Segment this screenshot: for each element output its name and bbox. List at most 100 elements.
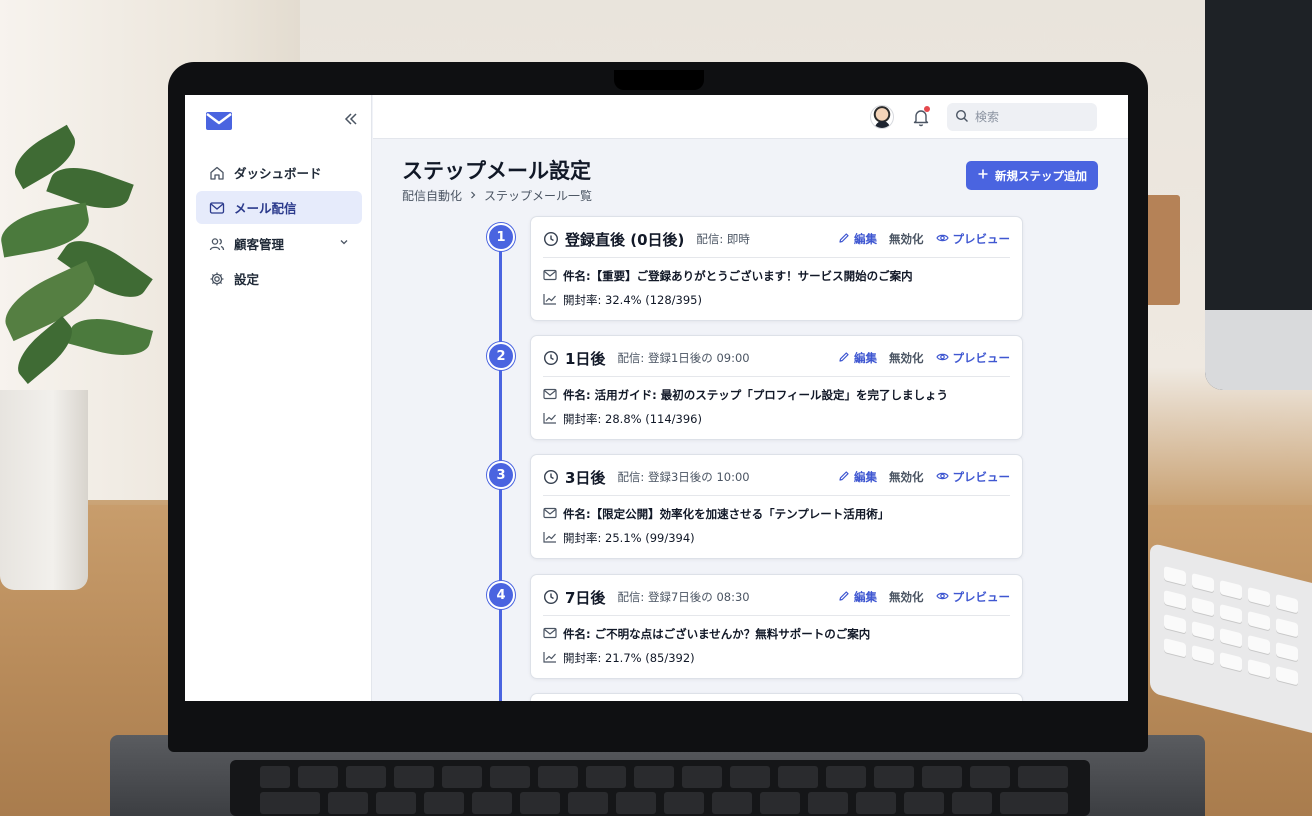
edit-label: 編集 bbox=[854, 470, 877, 484]
step-open-rate-text: 開封率: 32.4% (128/395) bbox=[563, 293, 702, 307]
step-card[interactable]: 3日後 配信: 登録3日後の 10:00 編集 無効化 プレビュー 件名:【限定… bbox=[530, 454, 1023, 559]
step-open-rate-text: 開封率: 21.7% (85/392) bbox=[563, 651, 695, 665]
trend-chart-icon bbox=[543, 412, 557, 427]
edit-button[interactable]: 編集 bbox=[838, 350, 877, 366]
sidebar-item-customers[interactable]: 顧客管理 bbox=[196, 227, 362, 260]
bell-icon[interactable] bbox=[911, 106, 931, 127]
sidebar-item-settings[interactable]: 設定 bbox=[196, 262, 362, 295]
step-schedule: 配信: 即時 bbox=[696, 232, 750, 246]
add-step-label: 新規ステップ追加 bbox=[995, 168, 1087, 183]
preview-label: プレビュー bbox=[952, 351, 1011, 365]
top-bar bbox=[373, 95, 1128, 139]
sidebar-item-label: 顧客管理 bbox=[234, 237, 285, 252]
step-timing: 7日後 bbox=[565, 588, 606, 607]
preview-button[interactable]: プレビュー bbox=[935, 231, 1011, 247]
notification-dot bbox=[924, 106, 930, 112]
camera-notch bbox=[614, 70, 704, 90]
envelope-icon bbox=[543, 388, 557, 403]
edit-button[interactable]: 編集 bbox=[838, 469, 877, 485]
clock-icon bbox=[543, 350, 559, 366]
breadcrumb-current: ステップメール一覧 bbox=[484, 189, 593, 203]
step-open-rate-text: 開封率: 25.1% (99/394) bbox=[563, 531, 695, 545]
disable-button[interactable]: 無効化 bbox=[889, 350, 924, 366]
preview-label: プレビュー bbox=[952, 590, 1011, 604]
eye-icon bbox=[935, 470, 949, 485]
eye-icon bbox=[935, 351, 949, 366]
step-timing: 1日後 bbox=[565, 349, 606, 368]
double-chevron-left-icon[interactable] bbox=[343, 111, 359, 127]
users-icon bbox=[208, 235, 226, 253]
step-card[interactable]: 登録直後 (0日後) 配信: 即時 編集 無効化 プレビュー 件名:【重要】ご登… bbox=[530, 216, 1023, 321]
mail-icon bbox=[208, 199, 226, 217]
step-actions: 編集 無効化 プレビュー bbox=[838, 584, 1010, 610]
step-subject-text: 件名:【重要】ご登録ありがとうございます！サービス開始のご案内 bbox=[563, 269, 913, 283]
step-open-rate: 開封率: 21.7% (85/392) bbox=[543, 650, 695, 666]
step-actions: 編集 無効化 プレビュー bbox=[838, 226, 1010, 252]
step-subject-text: 件名: 活用ガイド: 最初のステップ「プロフィール設定」を完了しましょう bbox=[563, 388, 948, 402]
breadcrumb-link[interactable]: 配信自動化 bbox=[402, 187, 462, 204]
page-title: ステップメール設定 bbox=[402, 159, 591, 183]
search-input[interactable] bbox=[975, 110, 1085, 124]
search-icon bbox=[955, 108, 969, 127]
edit-button[interactable]: 編集 bbox=[838, 589, 877, 605]
plant-pot bbox=[0, 390, 88, 590]
trend-chart-icon bbox=[543, 651, 557, 666]
step-subject: 件名:【限定公開】効率化を加速させる「テンプレート活用術」 bbox=[543, 506, 889, 522]
step-card[interactable]: 1日後 配信: 登録1日後の 09:00 編集 無効化 プレビュー 件名: 活用… bbox=[530, 335, 1023, 440]
eye-icon bbox=[935, 590, 949, 605]
gear-icon bbox=[208, 270, 226, 288]
pencil-icon bbox=[838, 232, 850, 247]
step-number: 1 bbox=[487, 223, 515, 251]
step-number: 2 bbox=[487, 342, 515, 370]
search-box[interactable] bbox=[947, 103, 1097, 131]
sidebar-item-label: メール配信 bbox=[234, 201, 297, 216]
edit-button[interactable]: 編集 bbox=[838, 231, 877, 247]
clock-icon bbox=[543, 589, 559, 605]
step-timing: 3日後 bbox=[565, 468, 606, 487]
sidebar-item-mail[interactable]: メール配信 bbox=[196, 191, 362, 224]
step-card[interactable]: 7日後 配信: 登録7日後の 08:30 編集 無効化 プレビュー 件名: ご不… bbox=[530, 574, 1023, 679]
disable-button[interactable]: 無効化 bbox=[889, 589, 924, 605]
step-subject: 件名:【重要】ご登録ありがとうございます！サービス開始のご案内 bbox=[543, 268, 913, 284]
preview-label: プレビュー bbox=[952, 470, 1011, 484]
preview-button[interactable]: プレビュー bbox=[935, 469, 1011, 485]
trend-chart-icon bbox=[543, 531, 557, 546]
step-actions: 編集 無効化 プレビュー bbox=[838, 345, 1010, 371]
step-actions: 編集 無効化 プレビュー bbox=[838, 464, 1010, 490]
preview-button[interactable]: プレビュー bbox=[935, 350, 1011, 366]
laptop-keyboard bbox=[230, 760, 1090, 816]
pencil-icon bbox=[838, 351, 850, 366]
step-number: 4 bbox=[487, 581, 515, 609]
step-open-rate: 開封率: 28.8% (114/396) bbox=[543, 411, 702, 427]
sidebar-item-dashboard[interactable]: ダッシュボード bbox=[196, 156, 362, 189]
step-number: 3 bbox=[487, 461, 515, 489]
step-subject: 件名: 活用ガイド: 最初のステップ「プロフィール設定」を完了しましょう bbox=[543, 387, 948, 403]
chevron-right-icon bbox=[468, 189, 478, 203]
trend-chart-icon bbox=[543, 293, 557, 308]
preview-button[interactable]: プレビュー bbox=[935, 589, 1011, 605]
step-open-rate-text: 開封率: 28.8% (114/396) bbox=[563, 412, 702, 426]
disable-button[interactable]: 無効化 bbox=[889, 469, 924, 485]
home-icon bbox=[208, 164, 226, 182]
sidebar-item-label: 設定 bbox=[234, 272, 260, 287]
step-subject: 件名: ご不明な点はございませんか？無料サポートのご案内 bbox=[543, 626, 870, 642]
clock-icon bbox=[543, 469, 559, 485]
step-open-rate: 開封率: 25.1% (99/394) bbox=[543, 530, 695, 546]
eye-icon bbox=[935, 232, 949, 247]
chevron-down-icon[interactable] bbox=[338, 236, 350, 251]
plus-icon bbox=[977, 168, 989, 183]
app-screen: ダッシュボード メール配信 顧客管理 設定 検索 ステップメール設定 配信自動化… bbox=[185, 95, 1128, 701]
mail-icon[interactable] bbox=[205, 111, 233, 131]
disable-button[interactable]: 無効化 bbox=[889, 231, 924, 247]
pencil-icon bbox=[838, 470, 850, 485]
avatar[interactable] bbox=[870, 105, 894, 129]
envelope-icon bbox=[543, 269, 557, 284]
breadcrumb: 配信自動化 ステップメール一覧 bbox=[402, 187, 592, 204]
preview-label: プレビュー bbox=[952, 232, 1011, 246]
step-open-rate: 開封率: 32.4% (128/395) bbox=[543, 292, 702, 308]
sidebar-item-label: ダッシュボード bbox=[234, 166, 322, 181]
step-schedule: 配信: 登録1日後の 09:00 bbox=[617, 351, 750, 365]
edit-label: 編集 bbox=[854, 590, 877, 604]
step-card-partial[interactable] bbox=[530, 693, 1023, 701]
add-step-button[interactable]: 新規ステップ追加 bbox=[966, 161, 1098, 190]
